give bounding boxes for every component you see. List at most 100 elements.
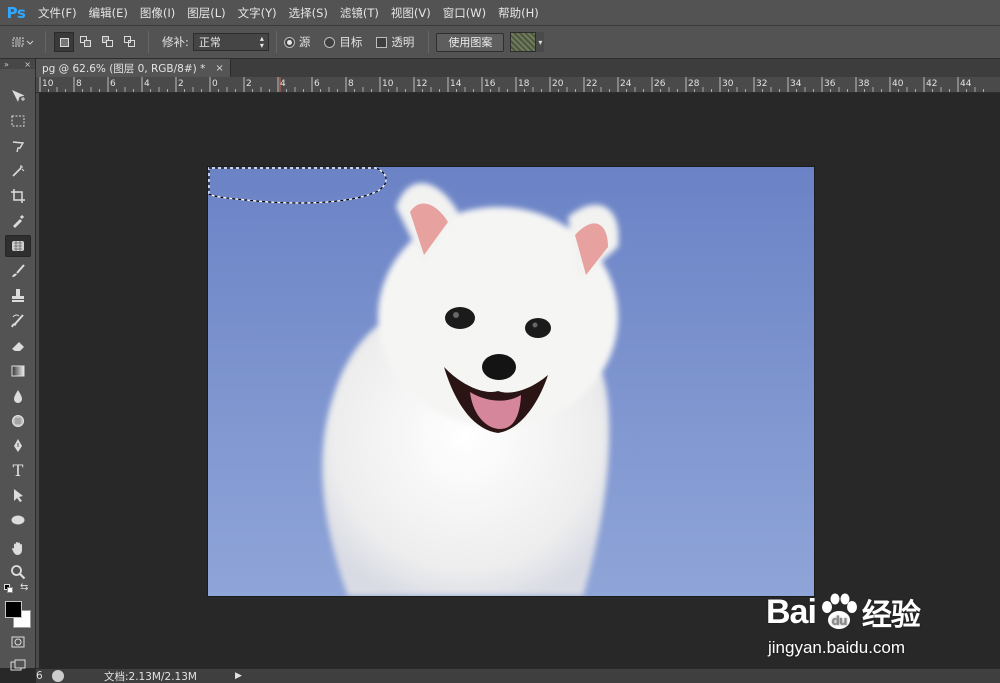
ruler-label: 12 [416, 79, 427, 89]
menu-window[interactable]: 窗口(W) [437, 0, 492, 26]
menu-filter[interactable]: 滤镜(T) [334, 0, 385, 26]
dog-photo[interactable] [208, 167, 814, 596]
menu-layer[interactable]: 图层(L) [181, 0, 231, 26]
swap-colors-icon[interactable]: ⇆ [20, 582, 28, 593]
ruler-ticks: 10 8 6 4 2 0 2 4 6 8 10 12 14 16 18 20 22 24 26 28 30 32 34 36 3… [39, 77, 984, 92]
ruler-label: 10 [42, 79, 54, 89]
toolbar-close-icon[interactable]: × [24, 60, 31, 69]
transparent-label: 透明 [391, 35, 415, 49]
default-colors-icon[interactable] [4, 584, 14, 594]
ruler-label: 44 [960, 79, 972, 89]
document-tab-bar: pg @ 62.6% (图层 0, RGB/8#) * × [36, 59, 1000, 77]
brush-icon[interactable] [5, 260, 31, 282]
ruler-label: 36 [824, 79, 836, 89]
status-bar: 6 文档:2.13M/2.13M ▶ [36, 668, 1000, 683]
close-icon[interactable]: × [215, 63, 223, 74]
transparent-checkbox[interactable] [376, 36, 388, 48]
pattern-dropdown-icon[interactable]: ▾ [536, 32, 545, 52]
ruler-label: 8 [76, 79, 82, 89]
dodge-icon[interactable] [5, 410, 31, 432]
subtract-selection-icon [102, 36, 114, 48]
options-separator [428, 31, 430, 53]
use-pattern-button[interactable]: 使用图案 [436, 32, 505, 52]
new-selection-button[interactable] [54, 32, 74, 52]
eyedropper-icon[interactable] [5, 210, 31, 232]
ruler-label: 40 [892, 79, 904, 89]
menu-image[interactable]: 图像(I) [134, 0, 181, 26]
ruler-label: 20 [552, 79, 564, 89]
menu-edit[interactable]: 编辑(E) [83, 0, 134, 26]
menu-bar: Ps 文件(F) 编辑(E) 图像(I) 图层(L) 文字(Y) 选择(S) 滤… [0, 0, 1000, 26]
lasso-icon[interactable] [5, 135, 31, 157]
marquee-icon[interactable] [5, 110, 31, 132]
ruler-label: 16 [484, 79, 496, 89]
patch-mode-select[interactable]: 正常 ▴ ▾ [192, 33, 269, 51]
add-selection-button[interactable] [76, 32, 96, 52]
baidu-logo: Bai du 经验 [766, 592, 921, 633]
lasso-selection[interactable] [208, 167, 814, 596]
tool-preset-picker[interactable] [7, 32, 37, 52]
ruler-label: 8 [348, 79, 354, 89]
ruler-label: 28 [688, 79, 700, 89]
svg-text:du: du [831, 614, 847, 628]
menu-select[interactable]: 选择(S) [283, 0, 334, 26]
ruler-label: 2 [246, 79, 252, 89]
tools-panel: » × T ⇆ [0, 59, 36, 671]
select-updown-icon: ▴ ▾ [259, 34, 264, 50]
menu-view[interactable]: 视图(V) [385, 0, 437, 26]
status-menu-arrow-icon[interactable]: ▶ [235, 671, 242, 681]
menu-type[interactable]: 文字(Y) [232, 0, 283, 26]
photoshop-logo: Ps [6, 3, 26, 22]
baidu-watermark: Bai du 经验 jingyan.baidu.com [766, 580, 966, 670]
ruler-label: 24 [620, 79, 632, 89]
hand-icon[interactable] [5, 537, 31, 559]
ruler-label: 2 [178, 79, 184, 89]
pattern-swatch[interactable] [510, 32, 537, 52]
menu-help[interactable]: 帮助(H) [492, 0, 545, 26]
gradient-icon[interactable] [5, 360, 31, 382]
status-info-icon[interactable] [52, 670, 64, 682]
target-label: 目标 [339, 35, 363, 49]
patch-mode-label: 修补: [162, 35, 189, 49]
ruler-label: 0 [212, 79, 218, 89]
ruler-label: 42 [926, 79, 937, 89]
foreground-color-swatch[interactable] [5, 601, 22, 618]
ruler-label: 4 [144, 79, 150, 89]
collapse-toolbar-icon[interactable]: » [4, 60, 9, 69]
crop-icon[interactable] [5, 185, 31, 207]
ruler-label: 4 [280, 79, 286, 89]
toolbar-header: » × [0, 59, 35, 69]
patch-tool-preset-icon [12, 37, 34, 47]
paw-icon: du [821, 593, 857, 629]
options-bar: 修补: 正常 ▴ ▾ 源 目标 透明 使用图案 ▾ [0, 26, 1000, 59]
zoom-status[interactable]: 6 [36, 670, 50, 682]
ruler-label: 6 [110, 79, 116, 89]
subtract-selection-button[interactable] [98, 32, 118, 52]
zoom-icon[interactable] [5, 561, 31, 583]
ellipse-icon[interactable] [5, 509, 31, 531]
baidu-url: jingyan.baidu.com [768, 638, 906, 657]
menu-file[interactable]: 文件(F) [32, 0, 83, 26]
options-separator [45, 31, 46, 53]
document-tab[interactable]: pg @ 62.6% (图层 0, RGB/8#) * × [36, 59, 231, 77]
intersect-selection-button[interactable] [120, 32, 140, 52]
text-icon[interactable]: T [5, 459, 31, 481]
new-selection-icon [59, 37, 69, 47]
pen-icon[interactable] [5, 435, 31, 457]
ruler-label: 26 [654, 79, 666, 89]
source-radio[interactable] [283, 36, 295, 48]
patch-tool-icon[interactable] [5, 235, 31, 257]
quick-select-icon[interactable] [5, 160, 31, 182]
history-brush-icon[interactable] [5, 310, 31, 332]
quick-mask-icon[interactable] [5, 631, 31, 653]
blur-icon[interactable] [5, 385, 31, 407]
ruler-label: 30 [722, 79, 734, 89]
stamp-icon[interactable] [5, 285, 31, 307]
target-radio[interactable] [324, 36, 336, 48]
options-separator [148, 31, 149, 53]
eraser-icon[interactable] [5, 335, 31, 357]
path-select-icon[interactable] [5, 484, 31, 506]
screen-mode-icon[interactable] [5, 655, 31, 677]
move-icon[interactable] [5, 85, 31, 107]
ruler-label: 22 [586, 79, 597, 89]
